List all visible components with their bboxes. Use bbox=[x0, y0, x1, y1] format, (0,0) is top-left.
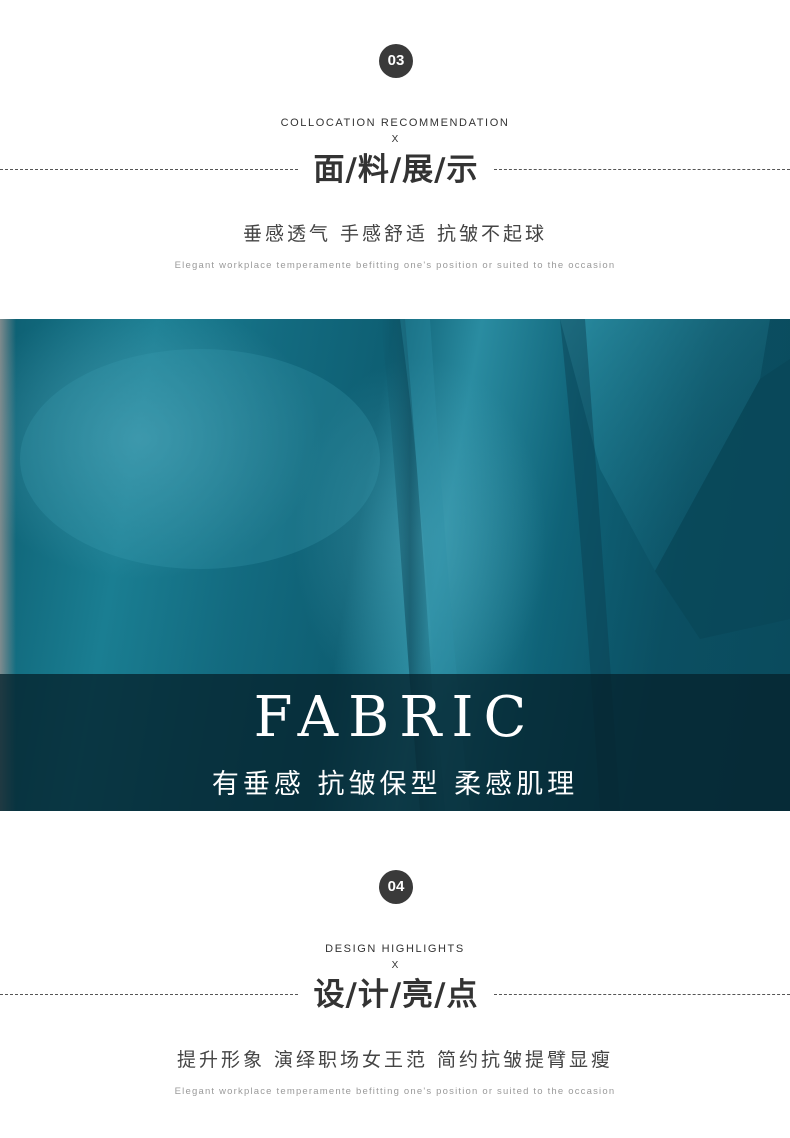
fabric-photo: FABRIC 有垂感 抗皱保型 柔感肌理 bbox=[0, 319, 790, 811]
section-tagline: Elegant workplace temperamente befitting… bbox=[174, 1086, 616, 1097]
fabric-caption: 有垂感 抗皱保型 柔感肌理 bbox=[211, 769, 579, 800]
section-title: 设/计/亮/点 bbox=[313, 977, 479, 1013]
section-eyebrow: DESIGN HIGHLIGHTS bbox=[325, 943, 465, 955]
section-cross-mark: X bbox=[391, 134, 399, 145]
section-eyebrow: COLLOCATION RECOMMENDATION bbox=[280, 117, 510, 129]
dashed-divider-left bbox=[0, 169, 298, 170]
section-subtitle: 垂感透气 手感舒适 抗皱不起球 bbox=[242, 223, 548, 245]
section-title-row: 设/计/亮/点 bbox=[0, 975, 790, 1015]
section-subtitle: 提升形象 演绎职场女王范 简约抗皱提臂显瘦 bbox=[176, 1049, 614, 1071]
section-tagline: Elegant workplace temperamente befitting… bbox=[174, 260, 616, 271]
section-number-badge: 04 bbox=[379, 870, 413, 904]
dashed-divider-left bbox=[0, 994, 298, 995]
section-cross-mark: X bbox=[391, 960, 399, 971]
fabric-heading: FABRIC bbox=[253, 685, 537, 750]
dashed-divider-right bbox=[494, 169, 790, 170]
section-number-badge: 03 bbox=[379, 44, 413, 78]
dashed-divider-right bbox=[494, 994, 790, 995]
section-title-row: 面/料/展/示 bbox=[0, 150, 790, 190]
section-title: 面/料/展/示 bbox=[313, 152, 479, 188]
